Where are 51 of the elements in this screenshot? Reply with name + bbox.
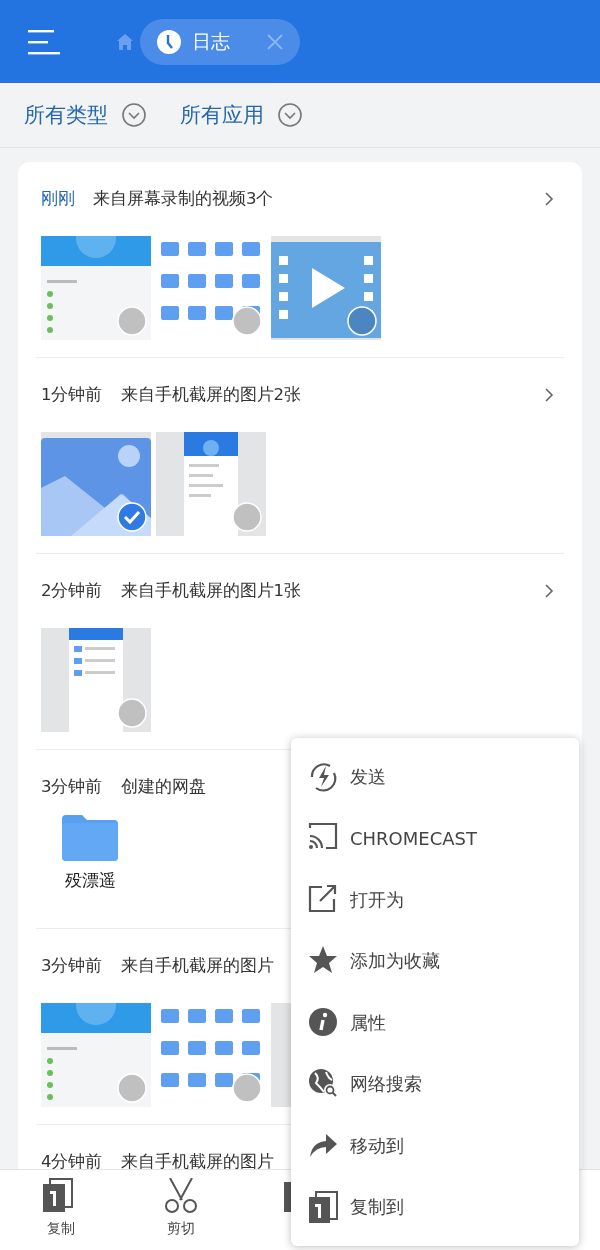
time-label: 1分钟前	[41, 384, 103, 406]
menu-item[interactable]: 网络搜索	[291, 1053, 579, 1115]
chevron-right-icon[interactable]	[544, 387, 554, 403]
section-title: 来自手机截屏的图片1张	[120, 580, 301, 602]
checkbox[interactable]	[347, 306, 377, 336]
filter-dropdown[interactable]: 所有类型	[24, 101, 146, 129]
section-title: 来自手机截屏的图片	[120, 1151, 274, 1169]
menu-item[interactable]: 打开为	[291, 869, 579, 931]
menu-item[interactable]: 发送	[291, 746, 579, 808]
menu-item[interactable]: CHROMECAST	[291, 807, 579, 869]
close-icon[interactable]	[266, 32, 284, 51]
time-label: 3分钟前	[41, 776, 103, 798]
menu-item[interactable]: 移动到	[291, 1115, 579, 1177]
checkbox[interactable]	[117, 1073, 147, 1103]
checkbox[interactable]	[232, 306, 262, 336]
section-title: 来自手机截屏的图片2张	[120, 384, 301, 406]
checkbox[interactable]	[117, 306, 147, 336]
menu-item[interactable]: 添加为收藏	[291, 930, 579, 992]
time-label: 2分钟前	[41, 580, 103, 602]
chevron-down-icon	[278, 103, 302, 127]
checkbox[interactable]	[232, 502, 262, 532]
section-title: 来自手机截屏的图片	[120, 955, 274, 977]
checkbox[interactable]	[117, 502, 147, 532]
checkbox[interactable]	[232, 1073, 262, 1103]
scissors-icon	[162, 1178, 200, 1214]
toolbar-button[interactable]: 复制	[1, 1170, 121, 1250]
video-thumbnail[interactable]	[271, 236, 381, 340]
filter-dropdown[interactable]: 所有应用	[180, 101, 302, 129]
checkbox[interactable]	[117, 698, 147, 728]
section-title: 来自屏幕录制的视频3个	[93, 188, 274, 210]
chevron-right-icon[interactable]	[544, 583, 554, 599]
clock-icon	[156, 28, 182, 55]
time-label: 刚刚	[41, 188, 75, 210]
time-label: 3分钟前	[41, 955, 103, 977]
menu-icon[interactable]	[28, 28, 60, 55]
landscape-icon	[41, 432, 151, 536]
chevron-down-icon	[122, 103, 146, 127]
section-title: 创建的网盘	[120, 776, 206, 798]
chevron-right-icon[interactable]	[544, 191, 554, 207]
menu-item[interactable]: 属性	[291, 992, 579, 1054]
image-thumbnail[interactable]	[41, 432, 151, 536]
lightning-icon	[308, 760, 338, 793]
menu-item[interactable]: 复制到	[291, 1176, 579, 1238]
film-icon	[271, 236, 381, 340]
time-label: 4分钟前	[41, 1151, 103, 1169]
home-icon[interactable]	[116, 32, 134, 51]
folder-icon[interactable]	[62, 815, 118, 861]
copy-icon	[308, 1191, 338, 1224]
toolbar-button[interactable]: 剪切	[121, 1170, 241, 1250]
info-icon	[308, 1006, 338, 1039]
folder-name: 殁漂遥	[64, 869, 116, 892]
